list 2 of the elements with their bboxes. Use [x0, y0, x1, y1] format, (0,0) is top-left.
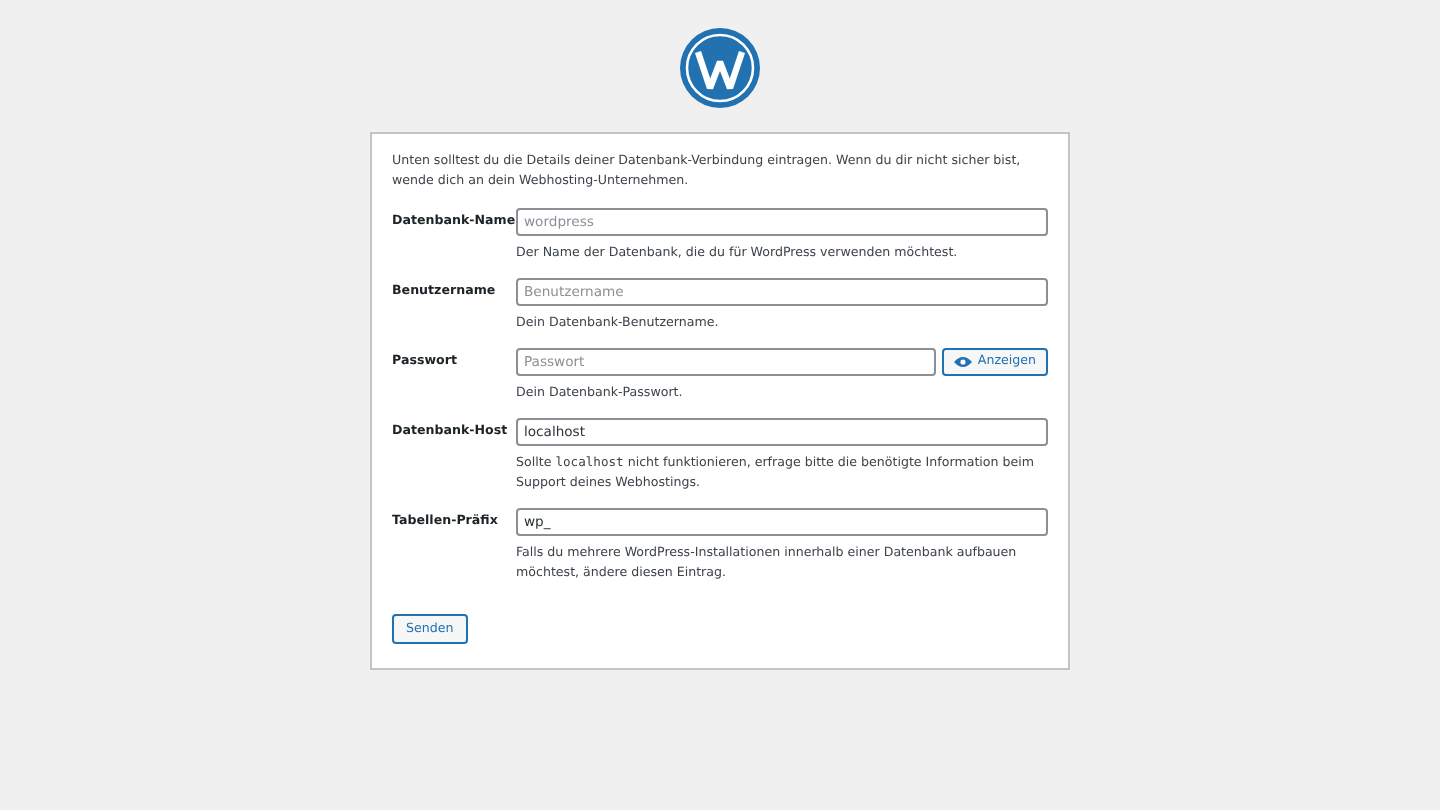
- eye-icon: [953, 355, 972, 368]
- logo-icon: [680, 28, 760, 108]
